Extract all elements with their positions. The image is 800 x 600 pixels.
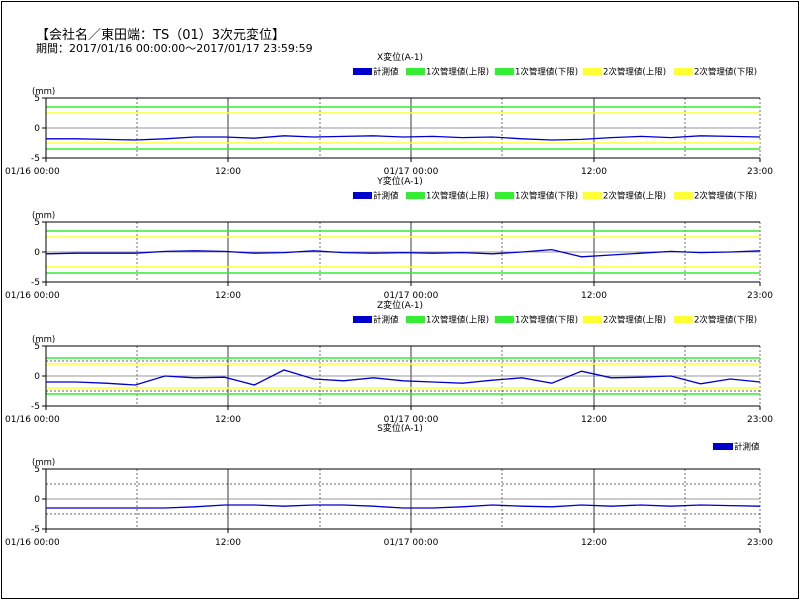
- legend-label: 1次管理値(上限): [426, 67, 489, 78]
- legend-label: 計測値: [373, 67, 399, 78]
- x-tick-label: 12:00: [215, 167, 241, 177]
- x-tick-label: 01/16 00:00: [5, 291, 60, 301]
- legend-swatch: [495, 192, 514, 199]
- legend-swatch: [353, 192, 372, 199]
- x-tick-label: 12:00: [215, 291, 241, 301]
- legend-label: 1次管理値(下限): [515, 315, 578, 326]
- legend-swatch: [713, 443, 733, 450]
- legend-swatch: [674, 192, 693, 199]
- legend-swatch: [583, 68, 602, 75]
- y-tick-label: 0: [34, 248, 40, 258]
- y-tick-label: 0: [34, 124, 40, 134]
- legend-label: 計測値: [734, 442, 760, 453]
- legend-swatch: [353, 316, 372, 323]
- legend-label: 計測値: [373, 315, 399, 326]
- legend-swatch: [406, 68, 425, 75]
- chart-title: Y変位(A-1): [376, 175, 422, 187]
- x-tick-label: 12:00: [581, 415, 607, 425]
- x-tick-label: 12:00: [581, 167, 607, 177]
- legend-label: 2次管理値(下限): [694, 191, 757, 202]
- y-tick-label: -5: [31, 525, 40, 535]
- series-line-measured: [46, 135, 761, 141]
- y-tick-label: 5: [34, 94, 40, 104]
- legend-swatch: [406, 316, 425, 323]
- legend-label: 1次管理値(下限): [515, 67, 578, 78]
- y-tick-label: -5: [31, 278, 40, 288]
- x-tick-label: 01/17 00:00: [384, 167, 439, 177]
- y-tick-label: 5: [34, 465, 40, 475]
- legend-label: 1次管理値(上限): [426, 315, 489, 326]
- legend-swatch: [353, 68, 372, 75]
- legend-swatch: [583, 192, 602, 199]
- x-tick-label: 12:00: [581, 538, 607, 548]
- y-tick-label: -5: [31, 154, 40, 164]
- chart-title: Z変位(A-1): [377, 299, 423, 311]
- series-line-measured: [46, 369, 761, 386]
- legend-swatch: [406, 192, 425, 199]
- legend-label: 1次管理値(下限): [515, 191, 578, 202]
- y-tick-label: 5: [34, 342, 40, 352]
- legend-label: 2次管理値(下限): [694, 315, 757, 326]
- legend-swatch: [495, 316, 514, 323]
- legend-label: 2次管理値(下限): [694, 67, 757, 78]
- x-tick-label: 23:00: [747, 415, 773, 425]
- y-tick-label: 5: [34, 218, 40, 228]
- y-tick-label: 0: [34, 495, 40, 505]
- charts-area: X変位(A-1) 計測値 1次管理値(上限) 1次管理値(下限) 2次管理値(上限) 2次…: [5, 51, 773, 548]
- legend-label: 1次管理値(上限): [426, 191, 489, 202]
- legend-swatch: [583, 316, 602, 323]
- legend-swatch: [674, 68, 693, 75]
- chart-title: X変位(A-1): [377, 51, 423, 63]
- legend-swatch: [495, 68, 514, 75]
- x-tick-label: 12:00: [215, 538, 241, 548]
- legend-label: 2次管理値(上限): [603, 67, 666, 78]
- x-tick-label: 01/16 00:00: [5, 415, 60, 425]
- x-tick-label: 01/16 00:00: [5, 167, 60, 177]
- legend-swatch: [674, 316, 693, 323]
- y-tick-label: -5: [31, 402, 40, 412]
- series-line-measured: [46, 504, 761, 509]
- legend-label: 2次管理値(上限): [603, 315, 666, 326]
- legend-label: 計測値: [373, 191, 399, 202]
- x-tick-label: 23:00: [747, 291, 773, 301]
- legend-label: 2次管理値(上限): [603, 191, 666, 202]
- series-line-measured: [45, 248, 761, 258]
- y-tick-label: 0: [34, 372, 40, 382]
- x-tick-label: 12:00: [215, 415, 241, 425]
- x-tick-label: 23:00: [747, 167, 773, 177]
- x-tick-label: 01/17 00:00: [384, 538, 439, 548]
- x-tick-label: 12:00: [581, 291, 607, 301]
- x-tick-label: 01/16 00:00: [5, 538, 60, 548]
- chart-title: S変位(A-1): [377, 422, 423, 434]
- x-tick-label: 01/17 00:00: [384, 291, 439, 301]
- x-tick-label: 23:00: [747, 538, 773, 548]
